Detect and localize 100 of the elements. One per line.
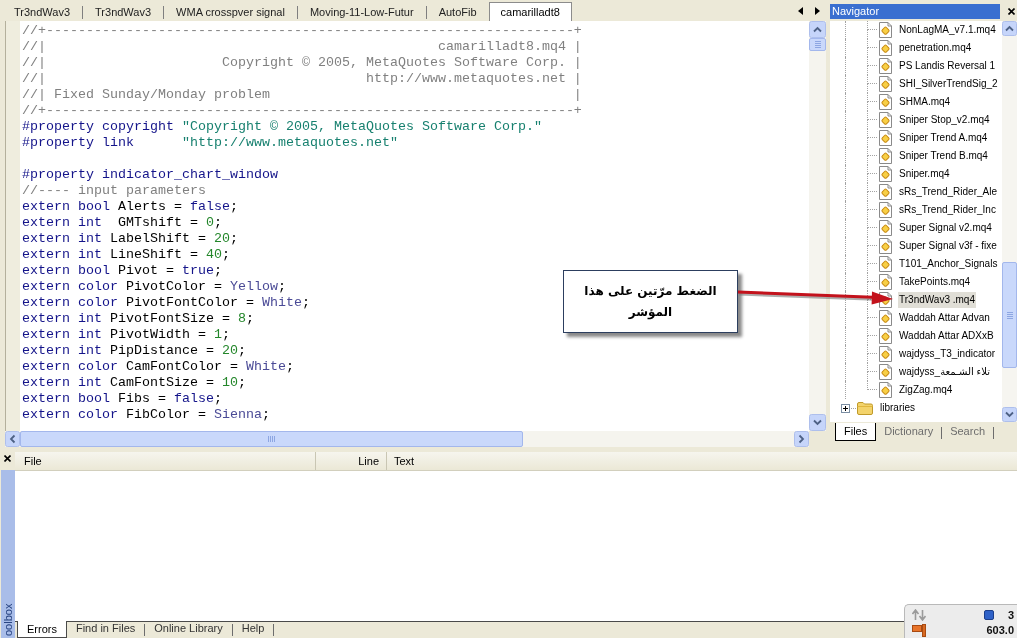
editor-tab[interactable]: Moving-11-Low-Futur: [297, 3, 426, 21]
code-line: #property link "http://www.metaquotes.net": [22, 135, 398, 151]
tree-item[interactable]: wajdyss_تلاء الشـمعة: [898, 364, 991, 380]
expand-icon[interactable]: [841, 403, 850, 413]
tree-item[interactable]: Super Signal v3f - fixe: [898, 238, 998, 254]
code-line: //+------------------------------------------------------------------+: [22, 23, 582, 39]
tree-item[interactable]: NonLagMA_v7.1.mq4: [898, 22, 997, 38]
tree-item[interactable]: Super Signal v2.mq4: [898, 220, 993, 236]
code-line: #property indicator_chart_window: [22, 167, 278, 183]
column-header[interactable]: Line: [316, 452, 387, 470]
panel-tab[interactable]: Search: [942, 423, 993, 441]
tree-item[interactable]: T101_Anchor_Signals: [898, 256, 999, 272]
tree-item[interactable]: libraries: [879, 400, 916, 416]
tree-item[interactable]: SHMA.mq4: [898, 94, 952, 110]
tree-item[interactable]: TakePoints.mq4: [898, 274, 972, 290]
tree-item[interactable]: ZigZag.mq4: [898, 382, 954, 398]
panel-tab[interactable]: Online Library: [145, 621, 232, 638]
code-line: //| http://www.metaquotes.net |: [22, 71, 582, 87]
toolbox-tab[interactable]: oolbox: [0, 470, 15, 638]
tree-item[interactable]: Waddah Attar ADXxB: [898, 328, 995, 344]
file-icon: [879, 40, 892, 56]
tree-item[interactable]: SHI_SilverTrendSig_2: [898, 76, 999, 92]
chevron-down-icon[interactable]: [809, 414, 826, 431]
panel-tab[interactable]: Find in Files: [66, 621, 145, 638]
panel-tab[interactable]: Dictionary: [876, 423, 942, 441]
panel-tab[interactable]: Help: [232, 621, 274, 638]
file-icon: [879, 220, 892, 236]
value-label: 603.0: [986, 623, 1014, 638]
close-icon[interactable]: [1008, 8, 1015, 15]
chevron-down-icon[interactable]: [1002, 407, 1017, 422]
code-line: //---- input parameters: [22, 183, 206, 199]
editor-tab[interactable]: AutoFib: [426, 3, 489, 21]
file-icon: [879, 166, 892, 182]
code-line: //| Fixed Sunday/Monday problem |: [22, 87, 582, 103]
tree-item[interactable]: sRs_Trend_Rider_Ale: [898, 184, 998, 200]
file-icon: [879, 328, 892, 344]
chevron-up-icon[interactable]: [1002, 21, 1017, 36]
tree-item[interactable]: Sniper.mq4: [898, 166, 951, 182]
file-icon: [879, 382, 892, 398]
editor-tab[interactable]: Tr3ndWav3: [2, 3, 83, 21]
tree-item[interactable]: wajdyss_T3_indicator: [898, 346, 997, 362]
editor-tab[interactable]: Tr3ndWav3: [83, 3, 164, 21]
chevron-right-icon[interactable]: [794, 431, 809, 447]
panel-tab[interactable]: Errors: [17, 621, 67, 638]
vertical-scrollbar[interactable]: [809, 21, 826, 431]
count-label: 3: [1007, 607, 1014, 622]
code-line: extern color CamFontColor = White;: [22, 359, 294, 375]
code-line: extern int LabelShift = 20;: [22, 231, 238, 247]
code-line: extern int PivotWidth = 1;: [22, 327, 230, 343]
code-line: extern int PivotFontSize = 8;: [22, 311, 254, 327]
chevron-up-icon[interactable]: [809, 21, 826, 38]
tree-item[interactable]: Sniper Stop_v2.mq4: [898, 112, 991, 128]
folder-icon: [857, 401, 873, 415]
file-icon: [879, 58, 892, 74]
flag-icon: [912, 623, 926, 637]
tree-item[interactable]: penetration.mq4: [898, 40, 973, 56]
panel-title: Navigator: [830, 4, 1000, 19]
code-line: extern color FibColor = Sienna;: [22, 407, 270, 423]
file-icon: [879, 364, 892, 380]
code-line: extern int PipDistance = 20;: [22, 343, 246, 359]
tree-item[interactable]: Sniper Trend A.mq4: [898, 130, 989, 146]
file-icon: [879, 112, 892, 128]
caret-right-icon[interactable]: [815, 6, 820, 15]
file-icon: [879, 184, 892, 200]
code-line: extern bool Alerts = false;: [22, 199, 238, 215]
code-line: //| camarilladt8.mq4 |: [22, 39, 582, 55]
editor-tab[interactable]: WMA crosspver signal: [164, 3, 297, 21]
scrollbar-thumb[interactable]: [809, 38, 826, 51]
tree-item[interactable]: Tr3ndWav3 .mq4: [898, 292, 976, 308]
arrows-icon: [912, 608, 926, 621]
tree-item[interactable]: sRs_Trend_Rider_Inc: [898, 202, 997, 218]
file-icon: [879, 310, 892, 326]
code-editor[interactable]: [20, 21, 809, 431]
close-icon[interactable]: [4, 455, 11, 462]
caret-left-icon[interactable]: [798, 6, 803, 15]
editor-tab[interactable]: camarilladt8: [488, 2, 572, 21]
tree-item[interactable]: PS Landis Reversal 1: [898, 58, 997, 74]
tree-item[interactable]: Waddah Attar Advan: [898, 310, 991, 326]
file-icon: [879, 256, 892, 272]
file-icon: [879, 202, 892, 218]
column-header[interactable]: File: [15, 452, 316, 470]
horizontal-scrollbar[interactable]: [5, 431, 809, 447]
code-line: #property copyright "Copyright © 2005, MetaQuotes Software Corp.": [22, 119, 542, 135]
vertical-scrollbar[interactable]: [1002, 21, 1017, 422]
scrollbar-thumb[interactable]: [1002, 262, 1017, 368]
tree-item[interactable]: Sniper Trend B.mq4: [898, 148, 989, 164]
panel-tab[interactable]: Files: [835, 423, 877, 441]
file-icon: [879, 274, 892, 290]
code-line: //| Copyright © 2005, MetaQuotes Software Corp. |: [22, 55, 582, 71]
code-line: extern color PivotFontColor = White;: [22, 295, 310, 311]
file-icon: [879, 76, 892, 92]
file-icon: [879, 346, 892, 362]
chevron-left-icon[interactable]: [5, 431, 20, 447]
scrollbar-thumb[interactable]: [20, 431, 523, 447]
column-header[interactable]: Text: [387, 452, 1017, 470]
code-line: extern int LineShift = 40;: [22, 247, 230, 263]
code-line: extern int GMTshift = 0;: [22, 215, 222, 231]
code-line: extern color PivotColor = Yellow;: [22, 279, 286, 295]
file-icon: [879, 238, 892, 254]
file-icon: [879, 130, 892, 146]
